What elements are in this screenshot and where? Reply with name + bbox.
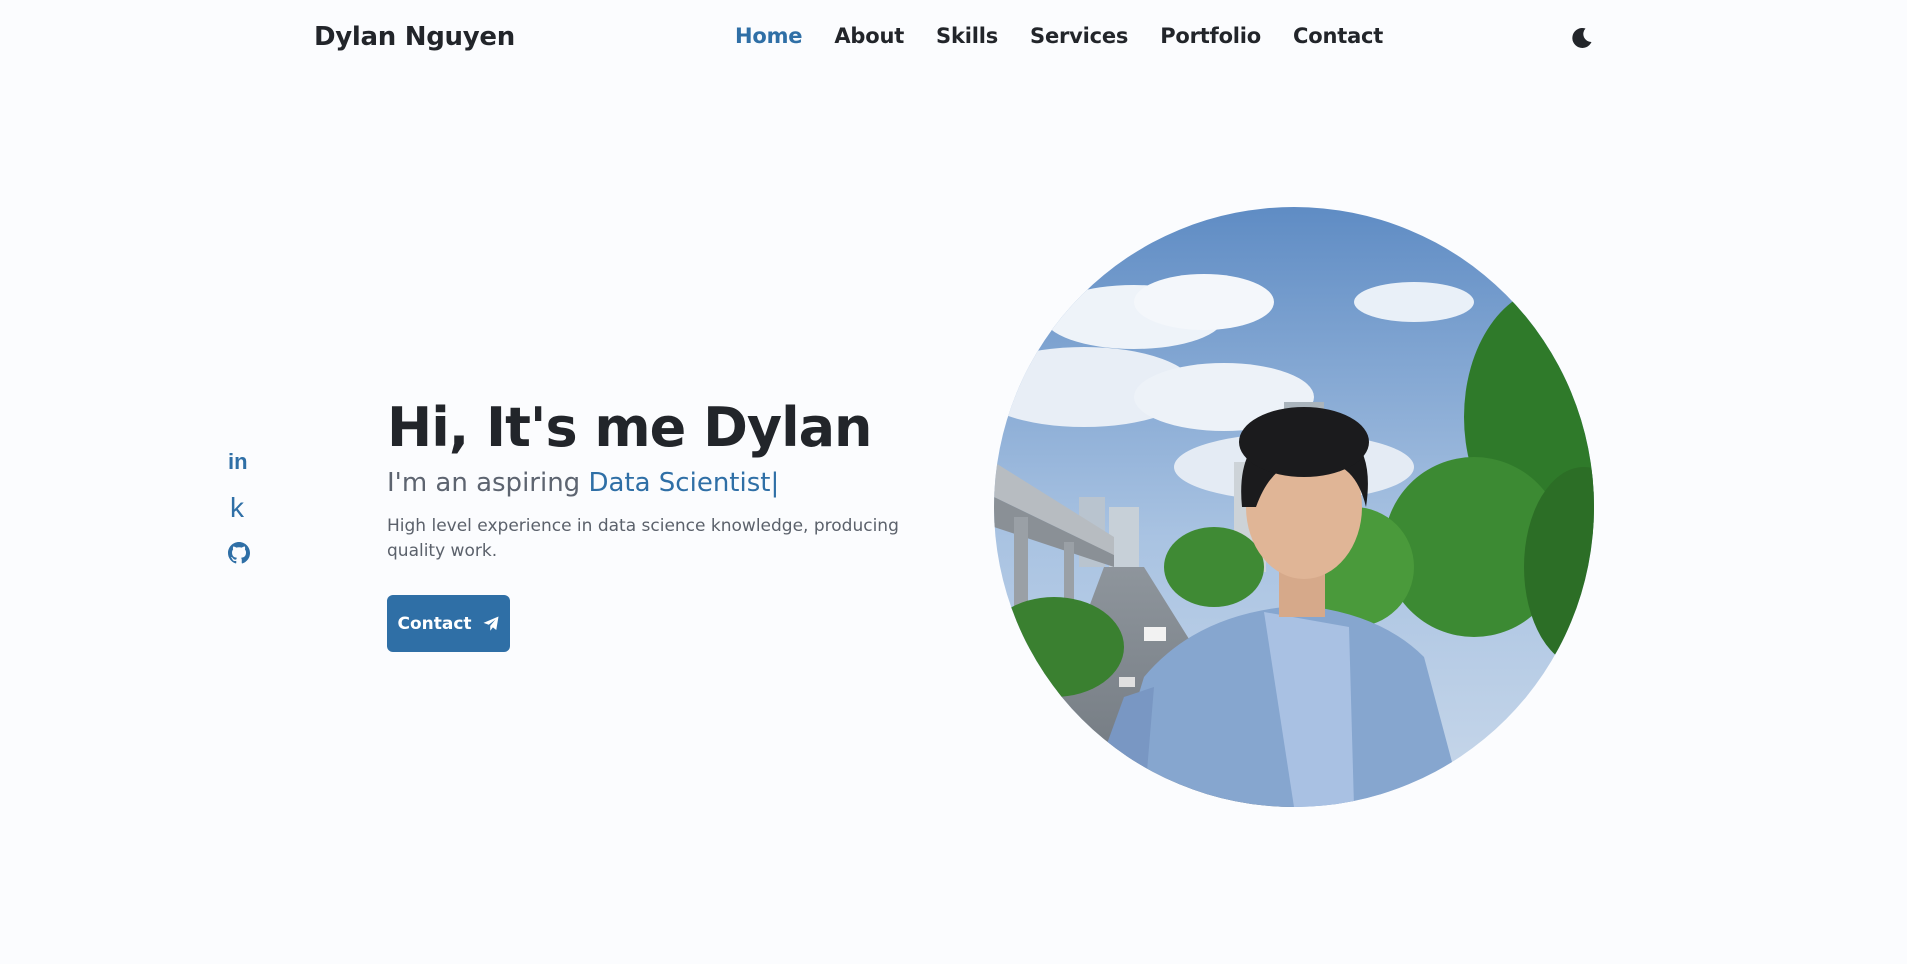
main-nav: Home About Skills Services Portfolio Con… <box>735 24 1383 48</box>
role-text: Data Scientist <box>588 468 771 498</box>
contact-button-label: Contact <box>397 613 472 634</box>
nav-services[interactable]: Services <box>1030 24 1128 48</box>
github-icon[interactable] <box>228 542 252 566</box>
linkedin-icon[interactable]: in <box>228 450 252 474</box>
typing-caret: | <box>770 468 780 498</box>
moon-icon[interactable] <box>1570 26 1594 50</box>
nav-contact[interactable]: Contact <box>1293 24 1383 48</box>
hero-title: Hi, It's me Dylan <box>387 396 873 459</box>
send-icon <box>483 616 499 631</box>
nav-about[interactable]: About <box>834 24 904 48</box>
subtitle-prefix: I'm an aspiring <box>387 468 589 498</box>
site-logo[interactable]: Dylan Nguyen <box>314 22 515 52</box>
hero-subtitle: I'm an aspiring Data Scientist| <box>387 466 947 500</box>
social-links: in k <box>228 450 252 566</box>
hero-description: High level experience in data science kn… <box>387 516 899 561</box>
nav-home[interactable]: Home <box>735 24 803 48</box>
site-header: Dylan Nguyen Home About Skills Services … <box>0 0 1907 80</box>
kaggle-icon[interactable]: k <box>228 494 252 522</box>
profile-photo <box>994 207 1594 807</box>
nav-portfolio[interactable]: Portfolio <box>1160 24 1261 48</box>
page: Dylan Nguyen Home About Skills Services … <box>0 0 1907 964</box>
hero-section: Hi, It's me Dylan I'm an aspiring Data S… <box>387 396 947 564</box>
nav-skills[interactable]: Skills <box>936 24 998 48</box>
contact-button[interactable]: Contact <box>387 595 510 652</box>
